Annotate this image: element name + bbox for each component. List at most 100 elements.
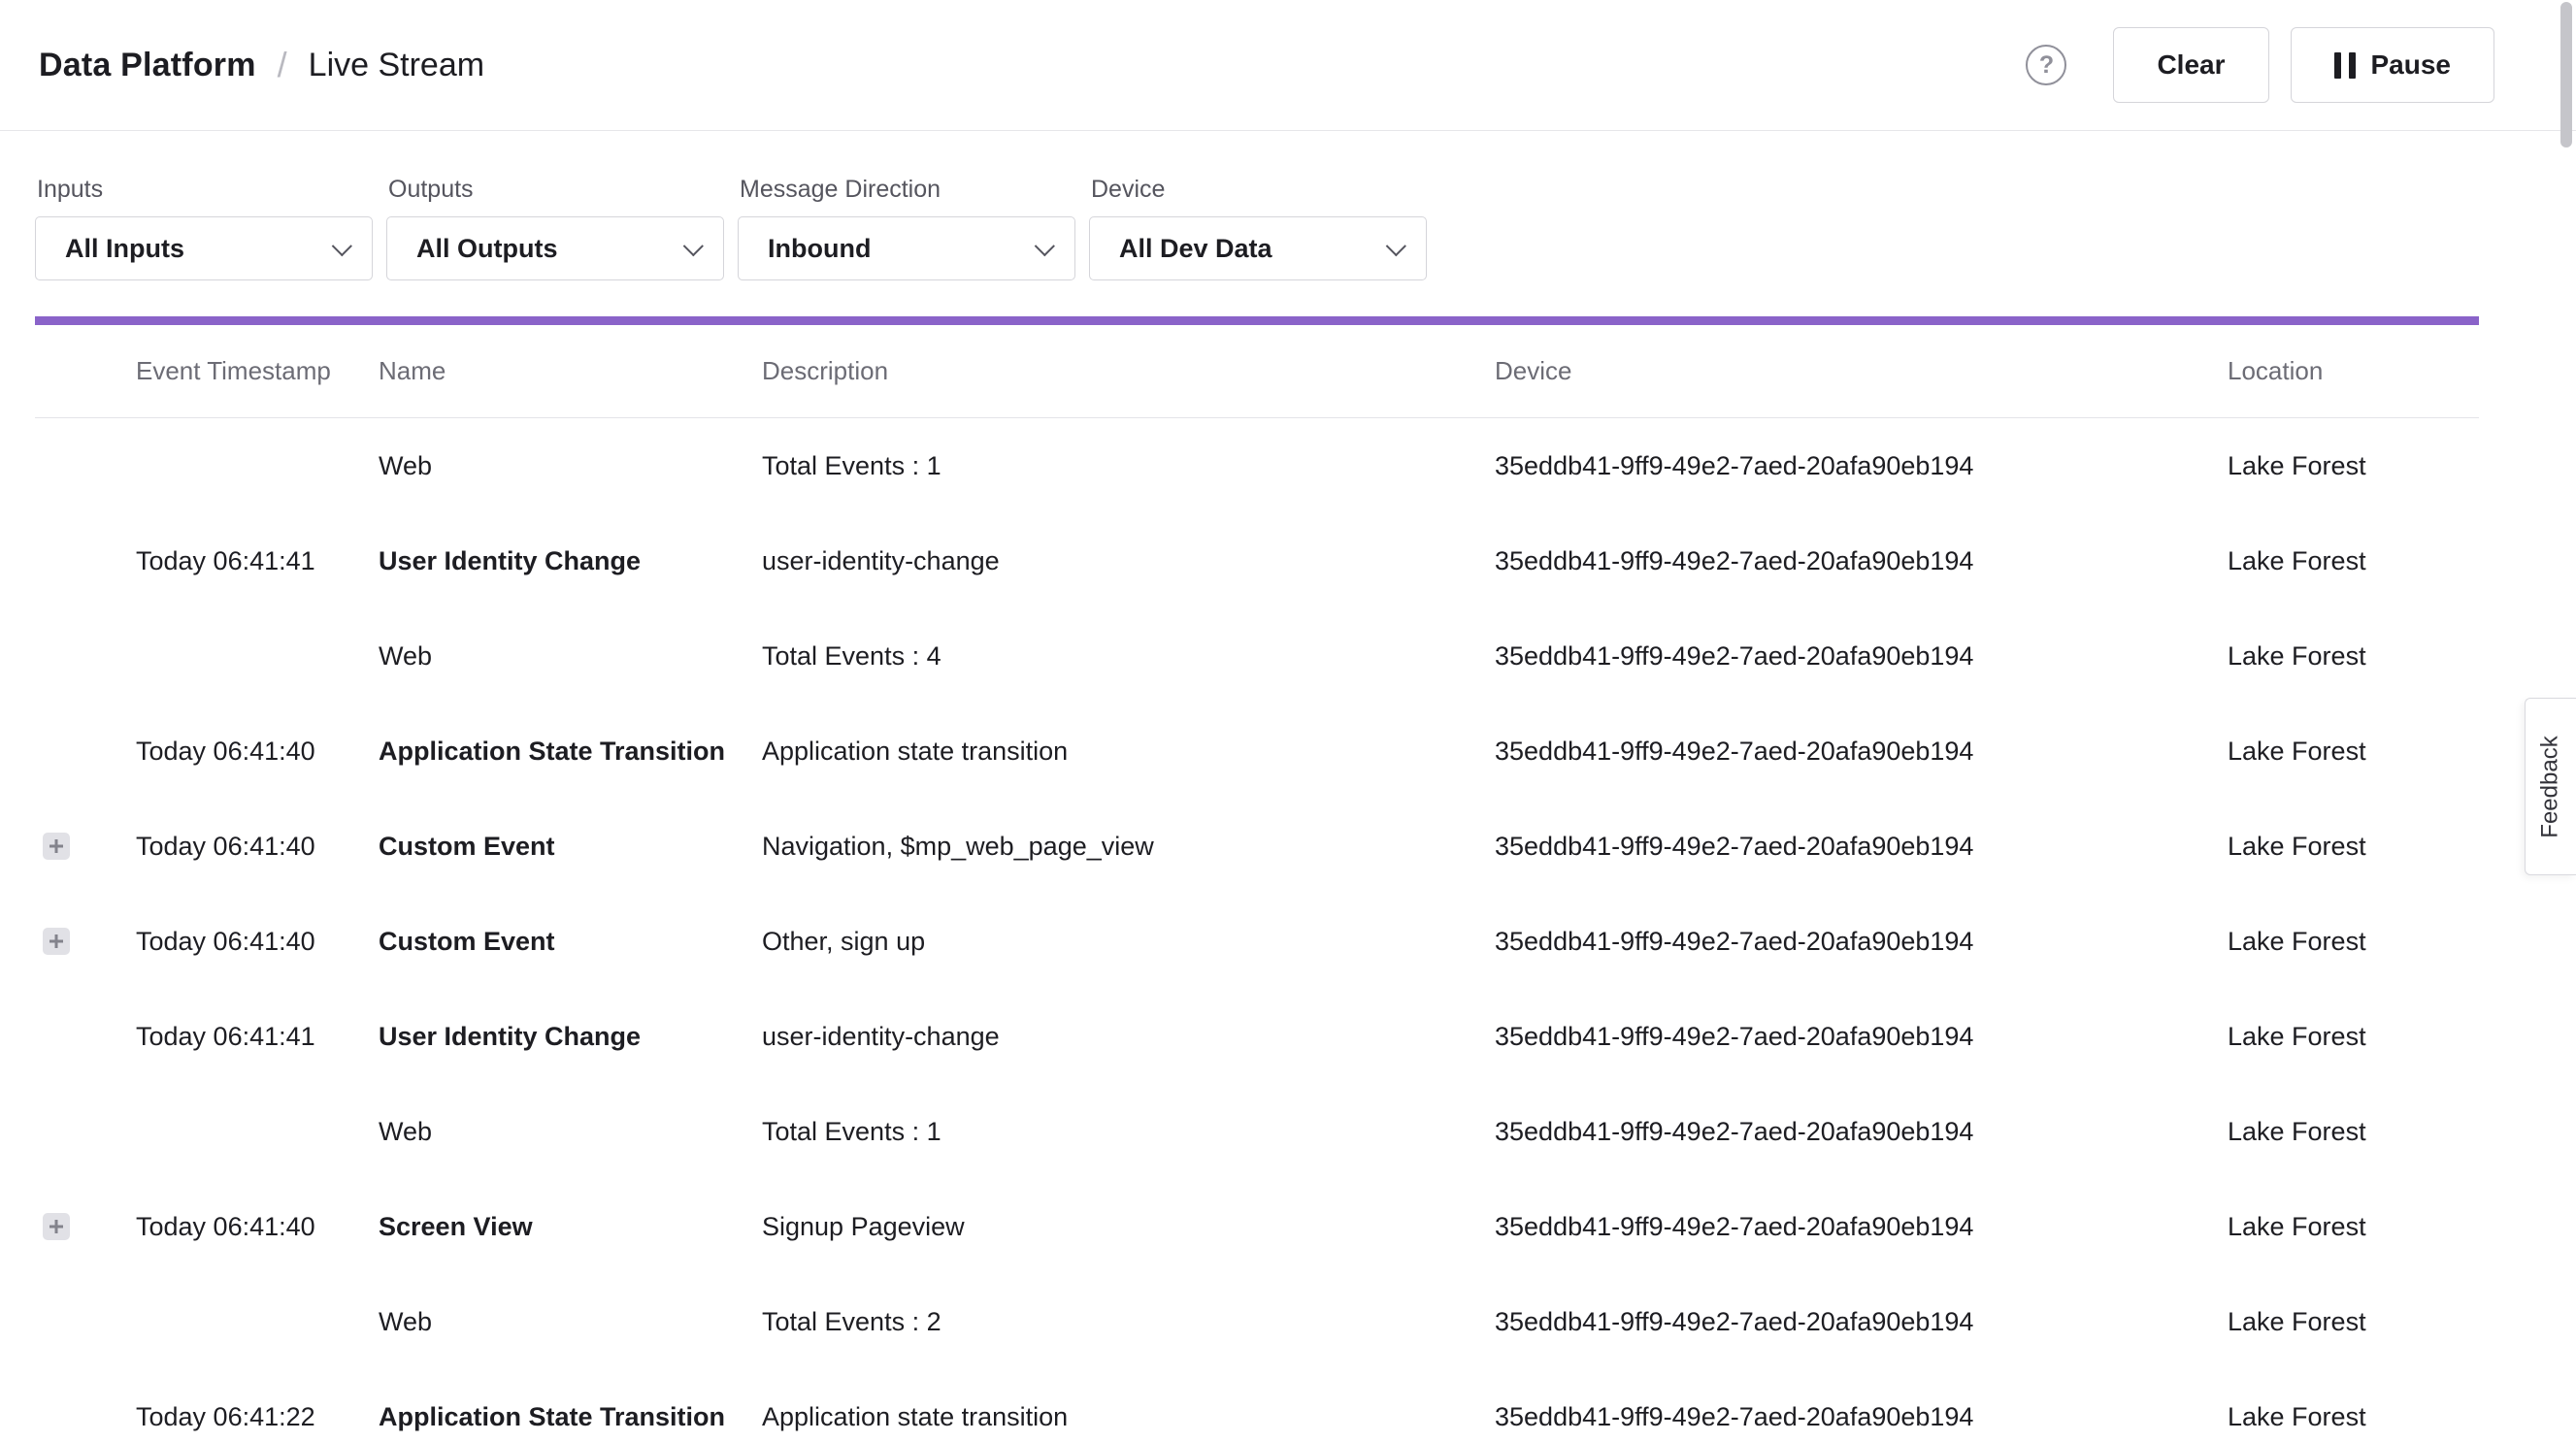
filter-device-label: Device — [1091, 176, 1427, 204]
expand-cell — [35, 1023, 136, 1050]
breadcrumb-separator: / — [278, 45, 287, 85]
event-description: Navigation, $mp_web_page_view — [762, 832, 1495, 862]
message-direction-dropdown-value: Inbound — [768, 234, 871, 264]
event-device-id: 35eddb41-9ff9-49e2-7aed-20afa90eb194 — [1495, 1402, 2228, 1432]
expand-cell — [35, 547, 136, 574]
event-location: Lake Forest — [2228, 1402, 2479, 1432]
event-location: Lake Forest — [2228, 832, 2479, 862]
device-dropdown[interactable]: All Dev Data — [1089, 216, 1427, 280]
table-row[interactable]: Web Total Events : 1 35eddb41-9ff9-49e2-… — [35, 1084, 2479, 1179]
top-bar: Data Platform / Live Stream ? Clear Paus… — [0, 0, 2576, 131]
expand-cell — [35, 1403, 136, 1430]
question-mark-icon: ? — [2039, 51, 2054, 80]
column-header-location: Location — [2228, 356, 2479, 386]
event-name: Custom Event — [379, 927, 762, 957]
expand-cell — [35, 1308, 136, 1335]
expand-plus-icon[interactable] — [43, 928, 70, 955]
event-timestamp: Today 06:41:41 — [136, 546, 379, 576]
event-timestamp: Today 06:41:41 — [136, 1022, 379, 1052]
event-location: Lake Forest — [2228, 1307, 2479, 1337]
column-header-device: Device — [1495, 356, 2228, 386]
event-timestamp: Today 06:41:40 — [136, 737, 379, 767]
event-description: Application state transition — [762, 737, 1495, 767]
expand-cell — [35, 737, 136, 765]
pause-button-label: Pause — [2371, 49, 2452, 81]
event-device-id: 35eddb41-9ff9-49e2-7aed-20afa90eb194 — [1495, 927, 2228, 957]
inputs-dropdown[interactable]: All Inputs — [35, 216, 373, 280]
event-location: Lake Forest — [2228, 451, 2479, 481]
event-timestamp: Today 06:41:40 — [136, 832, 379, 862]
event-location: Lake Forest — [2228, 927, 2479, 957]
message-direction-dropdown[interactable]: Inbound — [738, 216, 1075, 280]
event-description: Other, sign up — [762, 927, 1495, 957]
event-location: Lake Forest — [2228, 546, 2479, 576]
scrollbar-thumb[interactable] — [2560, 2, 2572, 147]
table-row[interactable]: Web Total Events : 1 35eddb41-9ff9-49e2-… — [35, 418, 2479, 513]
filter-outputs-label: Outputs — [388, 176, 724, 204]
event-description: Total Events : 1 — [762, 1117, 1495, 1147]
outputs-dropdown[interactable]: All Outputs — [386, 216, 724, 280]
table-row[interactable]: Today 06:41:40 Custom Event Other, sign … — [35, 894, 2479, 989]
event-name: Application State Transition — [379, 737, 762, 767]
event-device-id: 35eddb41-9ff9-49e2-7aed-20afa90eb194 — [1495, 1212, 2228, 1242]
pause-button[interactable]: Pause — [2291, 27, 2495, 103]
table-row[interactable]: Today 06:41:40 Screen View Signup Pagevi… — [35, 1179, 2479, 1274]
expand-plus-icon[interactable] — [43, 833, 70, 860]
feedback-tab[interactable]: Feedback — [2525, 698, 2576, 875]
page-title: Live Stream — [309, 47, 484, 84]
event-description: Total Events : 1 — [762, 451, 1495, 481]
chevron-down-icon — [1035, 236, 1055, 256]
filter-outputs: Outputs All Outputs — [386, 176, 724, 280]
event-device-id: 35eddb41-9ff9-49e2-7aed-20afa90eb194 — [1495, 451, 2228, 481]
breadcrumb: Data Platform / Live Stream — [39, 45, 484, 85]
event-location: Lake Forest — [2228, 1212, 2479, 1242]
column-header-event-timestamp: Event Timestamp — [136, 356, 379, 386]
event-description: Total Events : 4 — [762, 641, 1495, 672]
table-row[interactable]: Today 06:41:40 Application State Transit… — [35, 704, 2479, 799]
chevron-down-icon — [683, 236, 704, 256]
column-header-name: Name — [379, 356, 762, 386]
event-description: Signup Pageview — [762, 1212, 1495, 1242]
event-device-id: 35eddb41-9ff9-49e2-7aed-20afa90eb194 — [1495, 1117, 2228, 1147]
breadcrumb-data-platform[interactable]: Data Platform — [39, 47, 256, 84]
event-timestamp: Today 06:41:40 — [136, 1212, 379, 1242]
event-location: Lake Forest — [2228, 641, 2479, 672]
table-row[interactable]: Today 06:41:40 Custom Event Navigation, … — [35, 799, 2479, 894]
event-location: Lake Forest — [2228, 1022, 2479, 1052]
table-row[interactable]: Web Total Events : 4 35eddb41-9ff9-49e2-… — [35, 608, 2479, 704]
filter-message-direction: Message Direction Inbound — [738, 176, 1075, 280]
toolbar: ? Clear Pause — [2026, 27, 2494, 103]
clear-button-label: Clear — [2157, 49, 2225, 81]
table-row[interactable]: Today 06:41:22 Application State Transit… — [35, 1369, 2479, 1442]
clear-button[interactable]: Clear — [2113, 27, 2268, 103]
expand-cell — [35, 642, 136, 670]
live-stream-progress-bar — [35, 316, 2479, 325]
event-location: Lake Forest — [2228, 1117, 2479, 1147]
event-description: Total Events : 2 — [762, 1307, 1495, 1337]
event-name: Web — [379, 641, 762, 672]
event-timestamp: Today 06:41:40 — [136, 927, 379, 957]
events-table: Event Timestamp Name Description Device … — [35, 325, 2479, 1442]
feedback-tab-label: Feedback — [2537, 736, 2564, 837]
filter-inputs-label: Inputs — [37, 176, 373, 204]
event-name: Web — [379, 451, 762, 481]
event-name: Screen View — [379, 1212, 762, 1242]
filter-device: Device All Dev Data — [1089, 176, 1427, 280]
event-device-id: 35eddb41-9ff9-49e2-7aed-20afa90eb194 — [1495, 1022, 2228, 1052]
help-button[interactable]: ? — [2026, 45, 2066, 85]
expand-cell — [35, 928, 136, 955]
event-name: Web — [379, 1117, 762, 1147]
table-row[interactable]: Web Total Events : 2 35eddb41-9ff9-49e2-… — [35, 1274, 2479, 1369]
outputs-dropdown-value: All Outputs — [416, 234, 557, 264]
event-description: user-identity-change — [762, 1022, 1495, 1052]
chevron-down-icon — [1386, 236, 1406, 256]
table-row[interactable]: Today 06:41:41 User Identity Change user… — [35, 989, 2479, 1084]
filter-inputs: Inputs All Inputs — [35, 176, 373, 280]
event-location: Lake Forest — [2228, 737, 2479, 767]
filter-message-direction-label: Message Direction — [740, 176, 1075, 204]
expand-plus-icon[interactable] — [43, 1213, 70, 1240]
table-row[interactable]: Today 06:41:41 User Identity Change user… — [35, 513, 2479, 608]
inputs-dropdown-value: All Inputs — [65, 234, 184, 264]
event-device-id: 35eddb41-9ff9-49e2-7aed-20afa90eb194 — [1495, 737, 2228, 767]
table-header-row: Event Timestamp Name Description Device … — [35, 325, 2479, 418]
